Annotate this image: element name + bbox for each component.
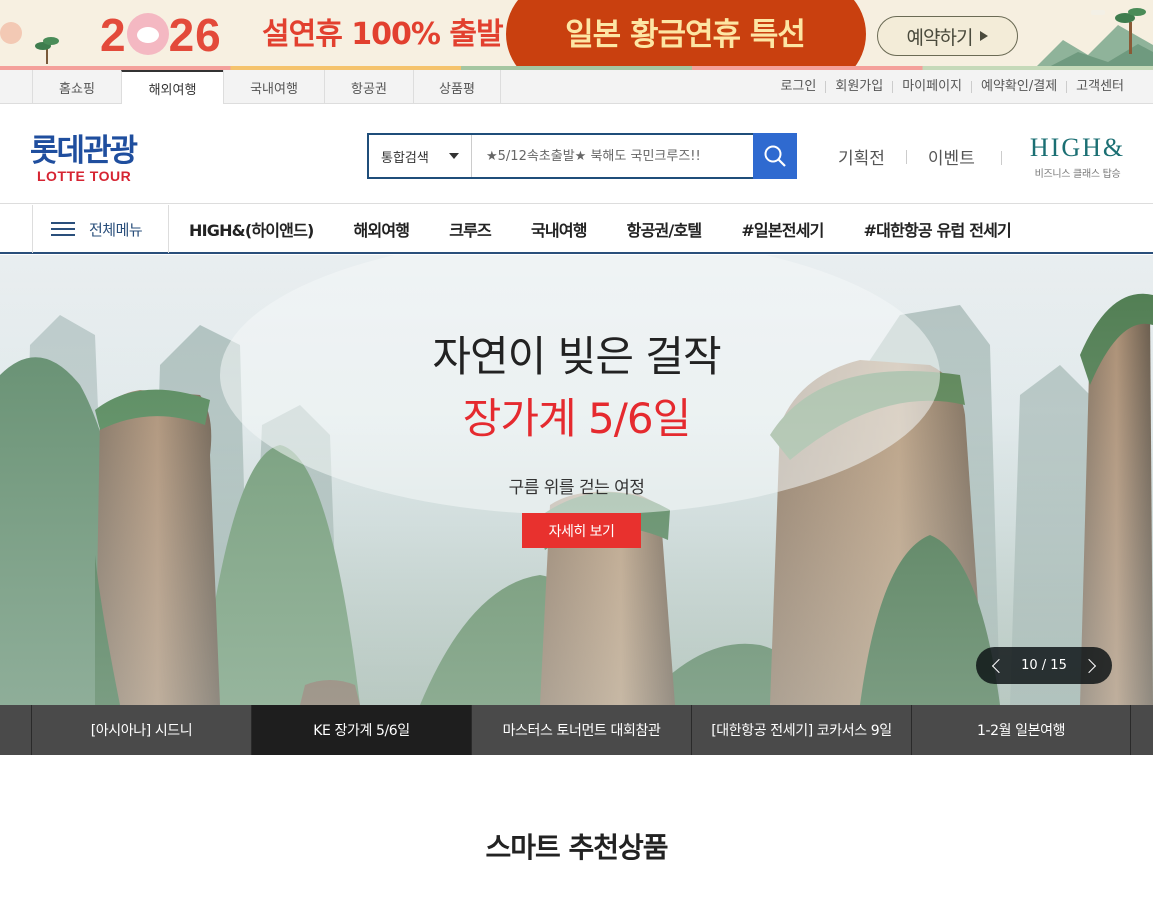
site-tab-2[interactable]: 국내여행 [223,70,324,104]
nav-item-0[interactable]: HIGH&(하이앤드) [169,217,334,241]
member-link-0[interactable]: 로그인 [771,80,825,93]
member-link-4[interactable]: 고객센터 [1066,80,1133,93]
section-title: 스마트 추천상품 [485,831,668,864]
nav-items: HIGH&(하이앤드) 해외여행 크루즈 국내여행 항공권/호텔 #일본전세기 #대한항공 … [169,205,1031,253]
carousel-counter: 10 / 15 [1021,658,1067,673]
all-menu-button[interactable]: 전체메뉴 [32,205,169,253]
promo-subtitle: 설연휴 100% 출발 [262,17,504,52]
nav-item-2[interactable]: 크루즈 [429,217,511,241]
search-icon [764,145,786,167]
header-links: 기획전 이벤트 [838,144,975,169]
chevron-left-icon[interactable] [991,658,1007,673]
hills-decoration [1033,8,1153,70]
member-links: 로그인 회원가입 마이페이지 예약확인/결제 고객센터 [771,70,1133,104]
lotte-tour-logo[interactable]: 롯데관광 LOTTE TOUR [30,134,160,184]
logo-english: LOTTE TOUR [37,168,132,184]
member-link-2[interactable]: 마이페이지 [892,80,971,93]
hamburger-icon [51,221,75,237]
promo-book-label: 예약하기 [906,26,974,49]
search-input[interactable] [472,135,753,177]
carousel-tabs: [아시아나] 시드니 KE 장가계 5/6일 마스터스 토너먼트 대회참관 [대한항공… [0,705,1153,755]
header-link-events[interactable]: 이벤트 [928,144,975,169]
header: 롯데관광 LOTTE TOUR 통합검색 기획전 이벤트 HIGH& 비즈니스 … [0,104,1153,204]
play-arrow-icon [980,31,989,41]
caret-down-icon [449,153,459,159]
high-and-brand: HIGH& [1029,133,1126,162]
all-menu-label: 전체메뉴 [89,220,143,239]
hero-subhead: 장가계 5/6일 [462,394,692,443]
carousel-tab-0[interactable]: [아시아나] 시드니 [31,705,251,755]
divider [905,149,907,164]
site-tab-1[interactable]: 해외여행 [121,70,223,105]
search-scope-select[interactable]: 통합검색 [369,135,472,177]
hero-detail-button[interactable]: 자세히 보기 [522,513,641,548]
high-and-logo[interactable]: HIGH& 비즈니스 클래스 탑승 [1020,133,1135,180]
search-scope-label: 통합검색 [381,150,429,166]
divider [1001,151,1002,165]
promo-banner[interactable]: 2 26 설연휴 100% 출발 일본 황금연휴 특선 예약하기 [0,0,1153,70]
header-link-promotions[interactable]: 기획전 [838,144,885,169]
nav-item-3[interactable]: 국내여행 [511,217,607,241]
carousel-tab-4[interactable]: 1-2월 일본여행 [911,705,1131,755]
high-and-tagline: 비즈니스 클래스 탑승 [1034,169,1121,180]
site-tab-4[interactable]: 상품평 [413,70,501,104]
logo-korean: 롯데관광 [30,133,138,169]
search-button[interactable] [753,133,797,179]
promo-year: 2 26 [100,9,222,61]
carousel-pager: 10 / 15 [976,647,1112,684]
utility-bar: 홈쇼핑 해외여행 국내여행 항공권 상품평 로그인 회원가입 마이페이지 예약확인/결제 고객센… [0,70,1153,105]
zodiac-horse-icon [126,13,169,55]
site-tabs: 홈쇼핑 해외여행 국내여행 항공권 상품평 [32,70,501,105]
site-tab-0[interactable]: 홈쇼핑 [32,70,121,104]
main-nav: 전체메뉴 HIGH&(하이앤드) 해외여행 크루즈 국내여행 항공권/호텔 #일본전세기 #… [0,205,1153,254]
carousel-tab-2[interactable]: 마스터스 토너먼트 대회참관 [471,705,691,755]
promo-book-button[interactable]: 예약하기 [877,16,1018,56]
member-link-3[interactable]: 예약확인/결제 [971,80,1066,93]
chevron-right-icon[interactable] [1081,658,1097,673]
search-bar: 통합검색 [367,133,797,179]
promo-highlight-text: 일본 황금연휴 특선 [565,17,806,53]
nav-item-6[interactable]: #대한항공 유럽 전세기 [844,217,1031,241]
hero-carousel[interactable]: 자연이 빚은 걸작 장가계 5/6일 구름 위를 걷는 여정 자세히 보기 10… [0,255,1153,705]
nav-item-1[interactable]: 해외여행 [334,217,430,241]
carousel-tab-1[interactable]: KE 장가계 5/6일 [251,705,471,755]
sun-decoration [0,22,22,44]
hero-headline: 자연이 빚은 걸작 [432,332,721,381]
hero-tagline: 구름 위를 걷는 여정 [508,478,645,498]
carousel-tab-3[interactable]: [대한항공 전세기] 코카서스 9일 [691,705,911,755]
carousel-tab-row: [아시아나] 시드니 KE 장가계 5/6일 마스터스 토너먼트 대회참관 [대한항공… [31,705,1131,755]
pine-tree-icon [35,37,59,64]
member-link-1[interactable]: 회원가입 [825,80,892,93]
nav-item-5[interactable]: #일본전세기 [721,217,843,241]
nav-item-4[interactable]: 항공권/호텔 [607,217,722,241]
site-tab-3[interactable]: 항공권 [324,70,413,104]
